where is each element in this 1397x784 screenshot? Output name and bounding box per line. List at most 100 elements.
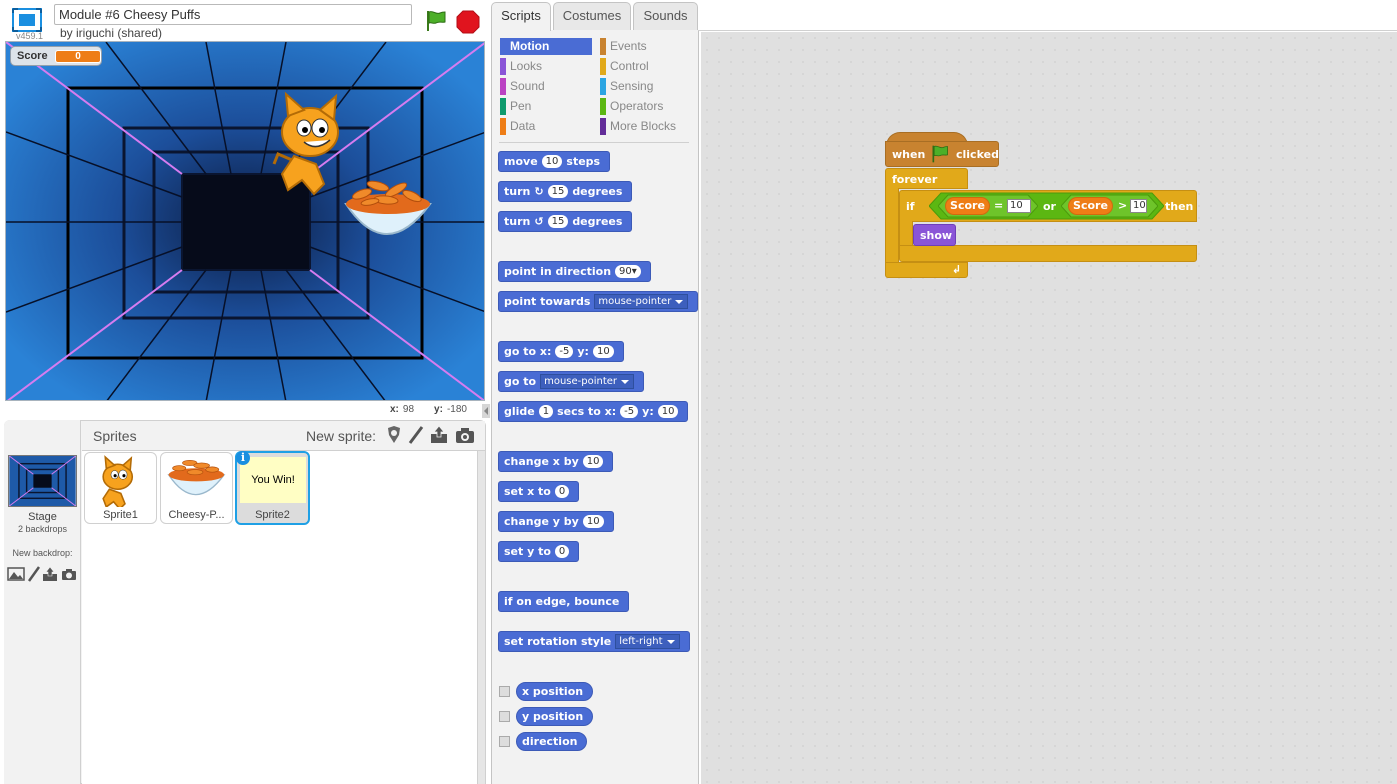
block-input[interactable]: 10 — [541, 155, 563, 168]
score-monitor-label: Score — [17, 50, 48, 62]
sprite-library-icon[interactable] — [384, 425, 404, 445]
x-position-reporter[interactable]: x position — [516, 682, 594, 701]
block-text: change y by — [504, 515, 579, 528]
point-in-direction-block[interactable]: point in direction 90▾ — [498, 261, 651, 282]
paint-brush-icon[interactable] — [406, 425, 426, 445]
x-input[interactable]: -5 — [620, 405, 639, 418]
category-sound[interactable]: Sound — [500, 78, 592, 95]
y-input[interactable]: 10 — [592, 345, 614, 358]
change-x-block[interactable]: change x by 10 — [498, 451, 614, 472]
block-input[interactable]: 15 — [547, 185, 569, 198]
paint-backdrop-icon[interactable] — [27, 566, 41, 582]
direction-checkbox[interactable] — [499, 736, 510, 747]
upload-backdrop-icon[interactable] — [42, 566, 58, 582]
bounce-block[interactable]: if on edge, bounce — [498, 591, 630, 612]
sprite-list-scrollbar[interactable] — [477, 451, 485, 784]
info-icon[interactable]: i — [236, 451, 250, 465]
category-looks[interactable]: Looks — [500, 58, 592, 75]
block-text: glide — [504, 405, 535, 418]
block-text: clicked — [956, 148, 999, 161]
upload-icon[interactable] — [429, 425, 449, 445]
rotation-style-dropdown[interactable]: left-right — [615, 634, 680, 649]
point-towards-block[interactable]: point towards mouse-pointer — [498, 291, 699, 312]
block-text: steps — [566, 155, 601, 168]
rotation-style-block[interactable]: set rotation style left-right — [498, 631, 690, 652]
block-text: set x to — [504, 485, 551, 498]
turn-right-block[interactable]: turn ↻ 15 degrees — [498, 181, 633, 202]
category-pen[interactable]: Pen — [500, 98, 592, 115]
go-to-xy-block[interactable]: go to x: -5 y: 10 — [498, 341, 624, 362]
you-win-thumbnail: You Win! — [240, 457, 306, 503]
block-text: y position — [522, 710, 584, 723]
score-variable-reporter[interactable]: Score — [945, 197, 990, 215]
point-towards-dropdown[interactable]: mouse-pointer — [594, 294, 689, 309]
sprite-thumb-cheesy-puffs[interactable]: Cheesy-P... — [160, 452, 233, 524]
direction-reporter[interactable]: direction — [516, 732, 588, 751]
category-control[interactable]: Control — [600, 58, 692, 75]
category-motion[interactable]: Motion — [500, 38, 592, 55]
x-coord-value: 98 — [402, 404, 415, 415]
collapse-stage-icon[interactable] — [482, 404, 490, 418]
tab-divider — [698, 30, 1397, 31]
forever-block[interactable]: forever — [885, 168, 968, 189]
stage-canvas[interactable] — [5, 41, 485, 401]
camera-icon[interactable] — [455, 425, 475, 445]
set-x-block[interactable]: set x to 0 — [498, 481, 580, 502]
fullscreen-icon[interactable] — [12, 8, 42, 32]
block-input[interactable]: 0 — [554, 545, 570, 558]
glide-block[interactable]: glide 1 secs to x: -5 y: 10 — [498, 401, 689, 422]
block-input[interactable]: 10 — [582, 515, 604, 528]
equals-value-input[interactable]: 10 — [1007, 199, 1031, 213]
move-steps-block[interactable]: move 10 steps — [498, 151, 611, 172]
block-text: turn — [504, 185, 531, 198]
backdrops-count: 2 backdrops — [17, 524, 68, 534]
y-position-checkbox[interactable] — [499, 711, 510, 722]
green-flag-icon[interactable] — [424, 9, 448, 33]
direction-input[interactable]: 90▾ — [615, 265, 641, 278]
show-block[interactable]: show — [913, 224, 956, 246]
greater-than-sign: > — [1118, 199, 1128, 212]
y-position-reporter[interactable]: y position — [516, 707, 594, 726]
category-events[interactable]: Events — [600, 38, 692, 55]
project-title-input[interactable] — [54, 4, 412, 25]
block-input[interactable]: 15 — [547, 215, 569, 228]
stop-icon[interactable] — [456, 10, 480, 34]
x-input[interactable]: -5 — [555, 345, 574, 358]
when-flag-clicked-block[interactable]: when clicked — [885, 141, 999, 167]
category-operators[interactable]: Operators — [600, 98, 692, 115]
greater-than-value-input[interactable]: 10 — [1130, 199, 1147, 213]
sprite-thumb-sprite1[interactable]: Sprite1 — [84, 452, 157, 524]
sprite-name: Sprite2 — [255, 509, 290, 521]
script-area[interactable] — [701, 32, 1397, 784]
block-text: move — [504, 155, 538, 168]
sprite-name: Sprite1 — [103, 509, 138, 521]
category-label: Sound — [510, 79, 545, 93]
camera-backdrop-icon[interactable] — [61, 567, 77, 581]
category-sensing[interactable]: Sensing — [600, 78, 692, 95]
category-label: Data — [510, 119, 536, 133]
cat-thumbnail — [102, 455, 134, 511]
score-variable-reporter[interactable]: Score — [1068, 197, 1113, 215]
turn-left-block[interactable]: turn ↺ 15 degrees — [498, 211, 633, 232]
x-position-checkbox[interactable] — [499, 686, 510, 697]
tab-costumes[interactable]: Costumes — [553, 2, 631, 30]
sprite-name: Cheesy-P... — [168, 509, 225, 521]
version-label: v459.1 — [16, 31, 44, 41]
category-data[interactable]: Data — [500, 118, 592, 135]
tab-scripts[interactable]: Scripts — [491, 2, 551, 31]
secs-input[interactable]: 1 — [538, 405, 554, 418]
set-y-block[interactable]: set y to 0 — [498, 541, 580, 562]
go-to-block[interactable]: go to mouse-pointer — [498, 371, 645, 392]
block-input[interactable]: 0 — [554, 485, 570, 498]
backdrop-library-icon[interactable] — [7, 566, 25, 582]
score-monitor[interactable]: Score 0 — [10, 46, 102, 66]
change-y-block[interactable]: change y by 10 — [498, 511, 614, 532]
y-input[interactable]: 10 — [657, 405, 679, 418]
tab-sounds[interactable]: Sounds — [633, 2, 698, 30]
block-text: degrees — [572, 185, 623, 198]
stage-thumbnail[interactable] — [8, 455, 77, 507]
category-more-blocks[interactable]: More Blocks — [600, 118, 692, 135]
category-label: Operators — [610, 99, 664, 113]
block-input[interactable]: 10 — [582, 455, 604, 468]
go-to-dropdown[interactable]: mouse-pointer — [540, 374, 635, 389]
